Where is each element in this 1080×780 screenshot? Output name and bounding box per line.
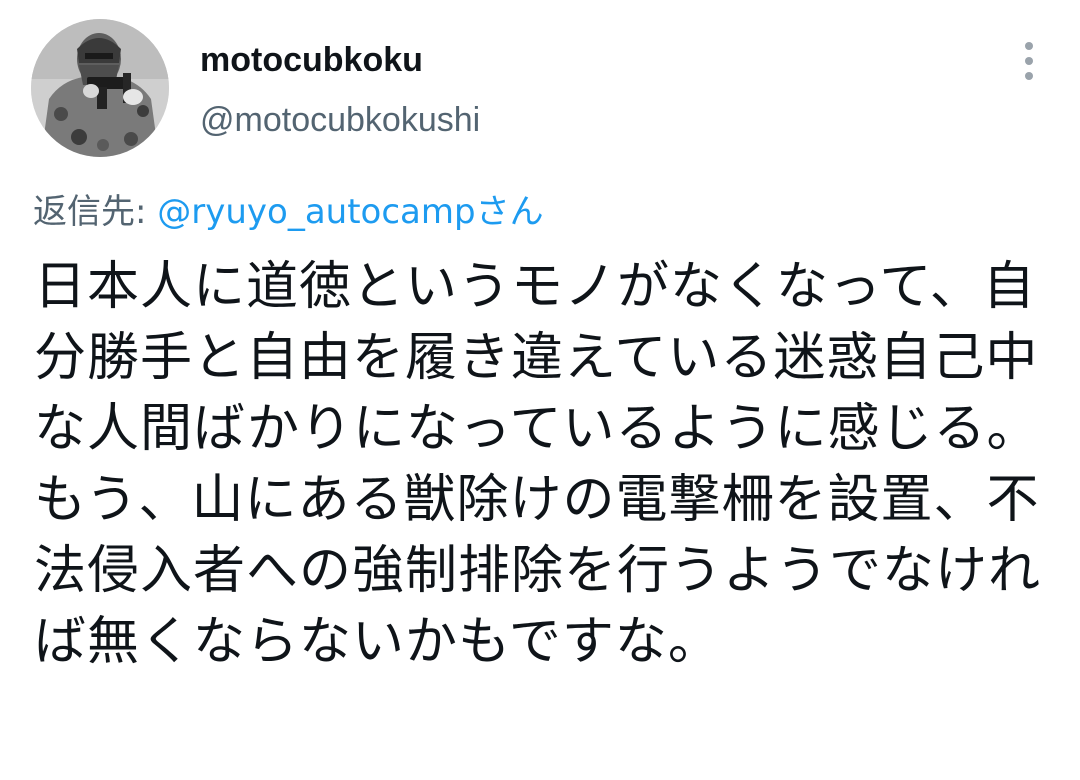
avatar-photo [31,19,169,157]
author-handle[interactable]: @motocubkokushi [200,98,480,142]
reply-separator: : [135,192,158,232]
vertical-ellipsis-icon [1025,42,1033,80]
reply-to-handle-link[interactable]: @ryuyo_autocamp [157,192,475,232]
author-display-name[interactable]: motocubkoku [200,38,423,82]
author-avatar[interactable] [31,19,169,157]
reply-prefix: 返信先 [33,192,135,232]
tweet-text: 日本人に道徳というモノがなくなって、自分勝手と自由を履き違えている迷惑自己中な人… [34,257,1042,672]
tweet: motocubkoku @motocubkokushi 返信先: @ryuyo_… [0,0,1080,780]
reply-honorific: さん [475,192,544,232]
reply-context: 返信先: @ryuyo_autocampさん [33,190,544,234]
more-options-button[interactable] [1004,36,1054,86]
